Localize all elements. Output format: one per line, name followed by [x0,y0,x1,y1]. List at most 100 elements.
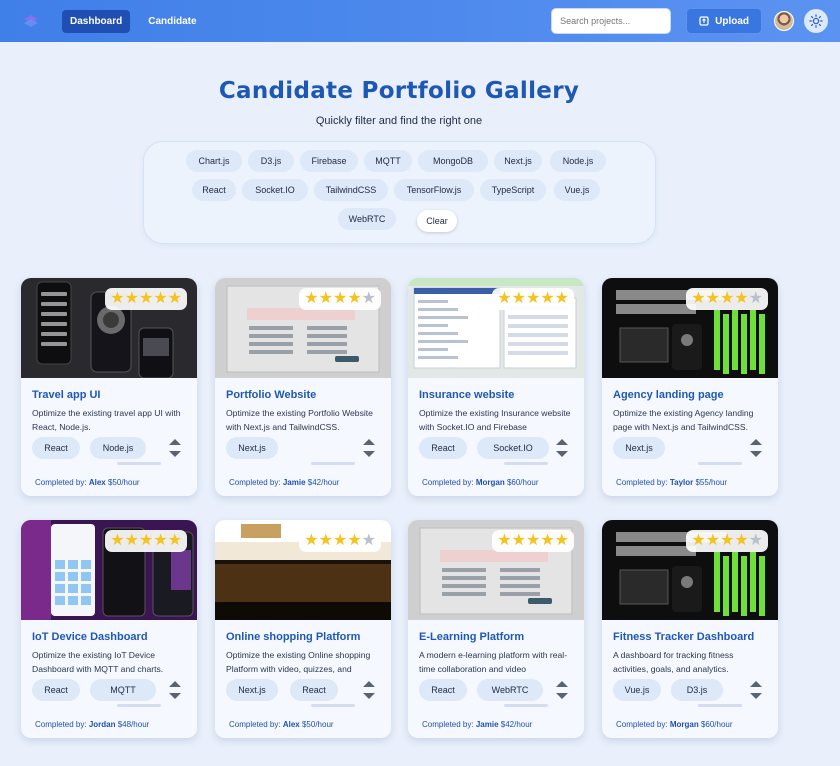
filter-chip-nodejs[interactable]: Node.js [550,150,606,172]
project-card[interactable]: ★ ★ ★ ★ ★ Fitness Tracker Dashboard A dashbo… [602,520,778,738]
sort-stepper[interactable] [554,436,570,460]
search-input[interactable] [551,8,672,34]
completed-by-label: Completed by: [616,478,668,487]
project-card[interactable]: ★ ★ ★ ★ ★ Portfolio Website Optimize the exi… [215,278,391,496]
author-name[interactable]: Morgan [670,720,699,729]
filter-chip-webrtc[interactable]: WebRTC [338,208,396,230]
upload-icon [699,16,709,26]
star-icon: ★ [734,532,749,549]
star-icon: ★ [361,290,376,307]
sort-stepper[interactable] [361,436,377,460]
filter-chip-typescript[interactable]: TypeScript [480,179,546,201]
nav-link-dashboard[interactable]: Dashboard [62,9,131,33]
star-rating: ★ ★ ★ ★ ★ [299,530,381,552]
author-name[interactable]: Alex [89,478,106,487]
filter-chip-react[interactable]: React [192,179,236,201]
filter-chip-d3js[interactable]: D3.js [248,150,294,172]
star-icon: ★ [318,532,333,549]
filter-chip-tailwindcss[interactable]: TailwindCSS [314,179,388,201]
tech-tag[interactable]: React [419,679,467,701]
project-description: A dashboard for tracking fitness activit… [613,650,734,674]
tech-tag[interactable]: React [32,679,80,701]
tech-tag[interactable]: React [290,679,338,701]
tech-tag[interactable]: React [419,437,467,459]
project-title[interactable]: Agency landing page [613,389,724,401]
chevron-up-icon [363,681,375,687]
filter-chip-mqtt[interactable]: MQTT [364,150,412,172]
sort-stepper[interactable] [748,678,764,702]
project-title[interactable]: IoT Device Dashboard [32,631,148,643]
user-avatar[interactable] [774,11,794,31]
star-icon: ★ [734,290,749,307]
author-name[interactable]: Alex [283,720,300,729]
nav-link-candidate[interactable]: Candidate [140,10,204,33]
app-logo-icon[interactable] [18,8,44,34]
filter-chip-firebase[interactable]: Firebase [300,150,358,172]
completed-by: Completed by: Jordan $48/hour [35,720,149,729]
project-card[interactable]: ★ ★ ★ ★ ★ Agency landing page Optimize the e… [602,278,778,496]
filter-chip-socketio[interactable]: Socket.IO [242,179,308,201]
project-card[interactable]: ★ ★ ★ ★ ★ IoT Device Dashboard Optimize the … [21,520,197,738]
star-icon: ★ [110,290,125,307]
star-icon: ★ [554,532,569,549]
project-title[interactable]: Travel app UI [32,389,100,401]
sort-stepper[interactable] [361,678,377,702]
filter-chip-mongodb[interactable]: MongoDB [418,150,488,172]
star-rating: ★ ★ ★ ★ ★ [299,288,381,310]
tech-tag[interactable]: Next.js [226,679,278,701]
project-title[interactable]: Portfolio Website [226,389,316,401]
project-title[interactable]: Online shopping Platform [226,631,360,643]
author-name[interactable]: Taylor [670,478,693,487]
star-icon: ★ [167,290,182,307]
author-name[interactable]: Jordan [89,720,116,729]
completed-by-label: Completed by: [422,478,474,487]
star-icon: ★ [332,290,348,307]
tech-tag[interactable]: Vue.js [613,679,661,701]
completed-by: Completed by: Taylor $55/hour [616,478,727,487]
sort-stepper[interactable] [554,678,570,702]
tech-tag[interactable]: D3.js [671,679,723,701]
theme-toggle-button[interactable] [804,9,828,33]
tech-tag[interactable]: WebRTC [477,679,543,701]
star-icon: ★ [705,290,720,307]
filter-chip-tensorflowjs[interactable]: TensorFlow.js [394,179,474,201]
sort-stepper[interactable] [748,436,764,460]
project-card[interactable]: ★ ★ ★ ★ ★ Insurance website Optimize the exi… [408,278,584,496]
tech-tag[interactable]: Next.js [613,437,665,459]
star-icon: ★ [511,290,526,307]
tech-tag[interactable]: React [32,437,80,459]
star-rating: ★ ★ ★ ★ ★ [686,530,768,552]
project-title[interactable]: Insurance website [419,389,514,401]
project-card[interactable]: ★ ★ ★ ★ ★ Travel app UI Optimize the existin… [21,278,197,496]
filter-chip-nextjs[interactable]: Next.js [494,150,542,172]
star-icon: ★ [511,532,526,549]
completed-by-label: Completed by: [35,720,87,729]
tech-tag[interactable]: MQTT [90,679,156,701]
filter-chip-chartjs[interactable]: Chart.js [186,150,242,172]
chevron-up-icon [556,439,568,445]
star-icon: ★ [167,532,182,549]
project-title[interactable]: E-Learning Platform [419,631,524,643]
author-name[interactable]: Jamie [476,720,499,729]
tech-tag[interactable]: Node.js [90,437,146,459]
sort-stepper[interactable] [167,436,183,460]
hourly-rate: $60/hour [700,720,733,729]
project-card[interactable]: ★ ★ ★ ★ ★ Online shopping Platform Optimize … [215,520,391,738]
sort-stepper[interactable] [167,678,183,702]
star-icon: ★ [554,290,569,307]
tech-tag[interactable]: Next.js [226,437,278,459]
project-title[interactable]: Fitness Tracker Dashboard [613,631,754,643]
star-icon: ★ [497,532,512,549]
clear-filters-button[interactable]: Clear [417,210,457,232]
chevron-down-icon [556,693,568,699]
project-card[interactable]: ★ ★ ★ ★ ★ E-Learning Platform A modern e-lea… [408,520,584,738]
star-icon: ★ [347,532,362,549]
tech-tag[interactable]: Socket.IO [477,437,549,459]
project-description: Optimize the existing Insurance website … [419,408,571,432]
completed-by: Completed by: Jamie $42/hour [422,720,532,729]
author-name[interactable]: Morgan [476,478,505,487]
author-name[interactable]: Jamie [283,478,306,487]
upload-button[interactable]: Upload [686,8,762,34]
filter-chip-vuejs[interactable]: Vue.js [554,179,600,201]
chevron-down-icon [169,693,181,699]
